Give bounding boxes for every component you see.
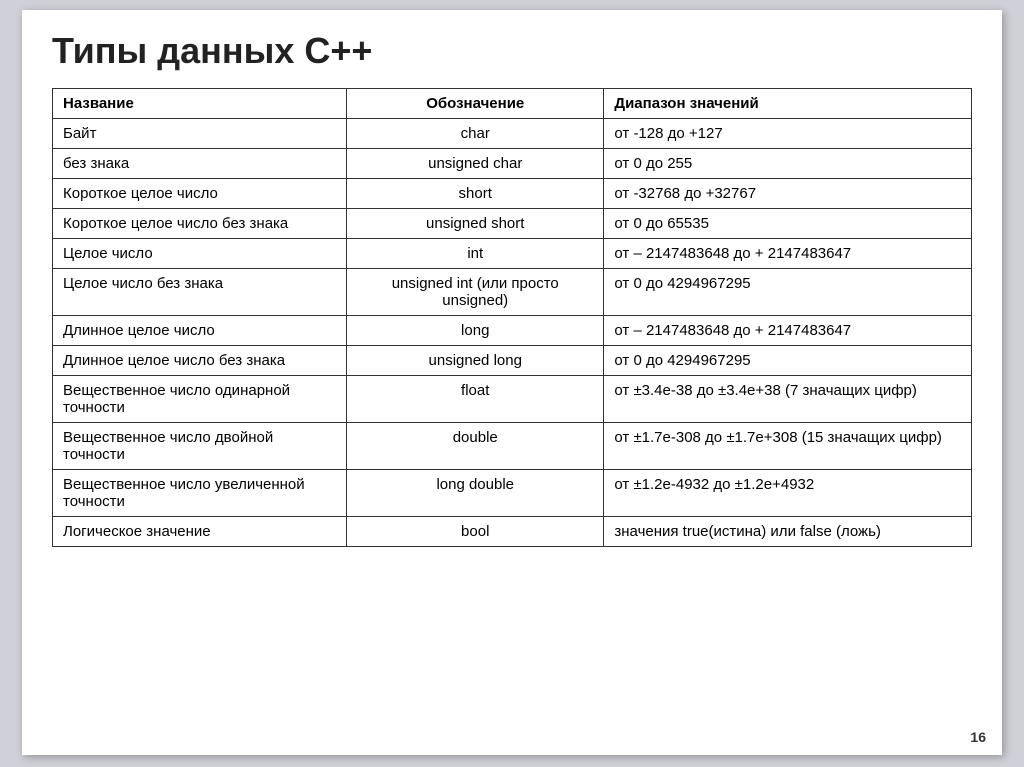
cell-notation: bool [347, 517, 604, 547]
cell-notation: short [347, 179, 604, 209]
cell-name: Короткое целое число [53, 179, 347, 209]
data-types-table: Название Обозначение Диапазон значений Б… [52, 88, 972, 547]
header-range: Диапазон значений [604, 89, 972, 119]
table-row: Короткое целое числоshortот -32768 до +3… [53, 179, 972, 209]
table-row: Короткое целое число без знакаunsigned s… [53, 209, 972, 239]
cell-notation: double [347, 423, 604, 470]
cell-name: Целое число [53, 239, 347, 269]
cell-range: значения true(истина) или false (ложь) [604, 517, 972, 547]
cell-range: от 0 до 4294967295 [604, 269, 972, 316]
cell-range: от – 2147483648 до + 2147483647 [604, 239, 972, 269]
cell-range: от ±1.7е-308 до ±1.7е+308 (15 значащих ц… [604, 423, 972, 470]
cell-notation: unsigned short [347, 209, 604, 239]
cell-range: от -32768 до +32767 [604, 179, 972, 209]
page-number: 16 [966, 727, 990, 747]
cell-range: от 0 до 255 [604, 149, 972, 179]
cell-name: Логическое значение [53, 517, 347, 547]
table-row: без знакаunsigned charот 0 до 255 [53, 149, 972, 179]
cell-notation: int [347, 239, 604, 269]
cell-name: Вещественное число двойной точности [53, 423, 347, 470]
page-title: Типы данных С++ [52, 30, 972, 72]
cell-notation: unsigned long [347, 346, 604, 376]
cell-notation: unsigned int (или просто unsigned) [347, 269, 604, 316]
cell-name: Длинное целое число [53, 316, 347, 346]
cell-name: Вещественное число увеличенной точности [53, 470, 347, 517]
cell-name: без знака [53, 149, 347, 179]
table-row: Целое числоintот – 2147483648 до + 21474… [53, 239, 972, 269]
header-notation: Обозначение [347, 89, 604, 119]
table-row: Логическое значениеboolзначения true(ист… [53, 517, 972, 547]
cell-notation: float [347, 376, 604, 423]
cell-name: Длинное целое число без знака [53, 346, 347, 376]
cell-name: Вещественное число одинарной точности [53, 376, 347, 423]
table-header-row: Название Обозначение Диапазон значений [53, 89, 972, 119]
table-row: Длинное целое число без знакаunsigned lo… [53, 346, 972, 376]
cell-notation: long double [347, 470, 604, 517]
cell-range: от 0 до 4294967295 [604, 346, 972, 376]
cell-notation: char [347, 119, 604, 149]
table-row: Вещественное число двойной точностиdoubl… [53, 423, 972, 470]
table-row: Вещественное число увеличенной точностиl… [53, 470, 972, 517]
table-row: Длинное целое числоlongот – 2147483648 д… [53, 316, 972, 346]
cell-name: Короткое целое число без знака [53, 209, 347, 239]
cell-range: от 0 до 65535 [604, 209, 972, 239]
cell-range: от -128 до +127 [604, 119, 972, 149]
cell-name: Байт [53, 119, 347, 149]
table-row: Байтcharот -128 до +127 [53, 119, 972, 149]
cell-notation: unsigned char [347, 149, 604, 179]
slide: Типы данных С++ Название Обозначение Диа… [22, 10, 1002, 755]
cell-range: от – 2147483648 до + 2147483647 [604, 316, 972, 346]
header-name: Название [53, 89, 347, 119]
cell-range: от ±1.2е-4932 до ±1.2е+4932 [604, 470, 972, 517]
cell-name: Целое число без знака [53, 269, 347, 316]
table-row: Вещественное число одинарной точностиflo… [53, 376, 972, 423]
table-row: Целое число без знакаunsigned int (или п… [53, 269, 972, 316]
cell-notation: long [347, 316, 604, 346]
cell-range: от ±3.4е-38 до ±3.4е+38 (7 значащих цифр… [604, 376, 972, 423]
